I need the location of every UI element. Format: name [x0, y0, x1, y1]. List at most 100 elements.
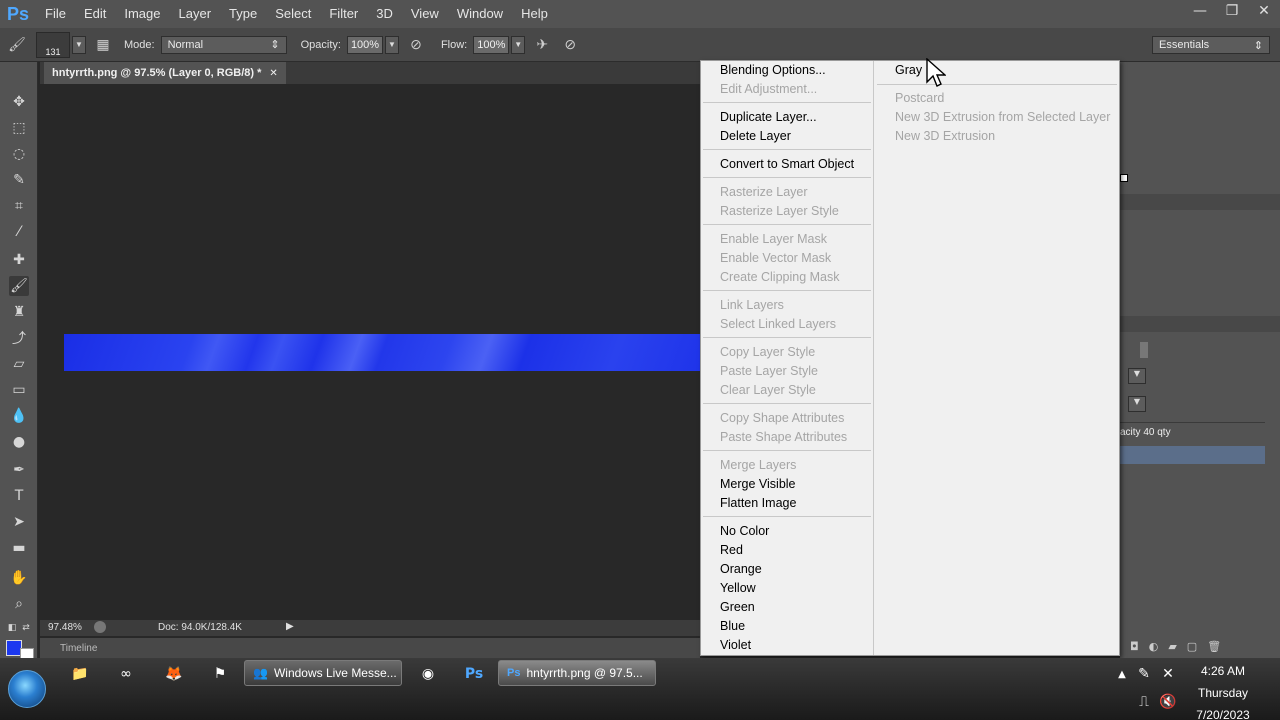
- add-mask-icon[interactable]: ◘: [1130, 640, 1139, 658]
- brush-preset-picker[interactable]: 131: [36, 31, 70, 58]
- layer-row[interactable]: acity 40 qty: [1120, 422, 1265, 444]
- clone-stamp-tool-icon[interactable]: ♜: [9, 302, 29, 322]
- quick-select-tool-icon[interactable]: ✎: [9, 170, 29, 190]
- menu-window[interactable]: Window: [448, 0, 512, 28]
- menu-item-delete-layer[interactable]: Delete Layer: [720, 127, 791, 146]
- chevron-down-icon[interactable]: ▼: [72, 35, 86, 54]
- menu-edit[interactable]: Edit: [75, 0, 115, 28]
- menu-separator: [877, 84, 1117, 85]
- marquee-tool-icon[interactable]: ⬚: [9, 118, 29, 138]
- blue-image-layer[interactable]: [64, 334, 700, 371]
- layer-row-selected[interactable]: [1120, 446, 1265, 464]
- history-brush-tool-icon[interactable]: ⤴: [9, 328, 29, 348]
- menu-item-blending-options[interactable]: Blending Options...: [720, 61, 826, 80]
- photoshop-taskbar-icon[interactable]: Ps: [460, 664, 488, 684]
- menu-file[interactable]: File: [36, 0, 75, 28]
- pressure-size-icon[interactable]: ⊘: [559, 34, 581, 56]
- timeline-panel-tab[interactable]: Timeline: [40, 638, 700, 658]
- brush-tool-icon[interactable]: 🖌: [9, 276, 29, 296]
- menu-separator: [703, 149, 871, 150]
- menu-item-yellow[interactable]: Yellow: [720, 579, 756, 598]
- flow-dropdown[interactable]: ▼: [511, 35, 526, 54]
- app-icon[interactable]: ⚑: [206, 664, 234, 684]
- pen-tool-icon[interactable]: ✒: [9, 460, 29, 480]
- healing-brush-tool-icon[interactable]: ✚: [9, 250, 29, 270]
- airbrush-icon[interactable]: ✈: [531, 34, 553, 56]
- close-icon[interactable]: ✕: [269, 68, 277, 79]
- folder-icon[interactable]: ▰: [1168, 640, 1176, 658]
- menu-separator: [703, 403, 871, 404]
- chrome-icon[interactable]: ◉: [414, 664, 442, 684]
- share-icon[interactable]: [94, 621, 106, 633]
- timeline-label: Timeline: [60, 642, 98, 654]
- start-button[interactable]: [8, 670, 46, 708]
- menu-item-gray[interactable]: Gray: [895, 61, 922, 80]
- lasso-tool-icon[interactable]: ◌: [9, 144, 29, 164]
- system-clock[interactable]: 4:26 AM Thursday 7/20/2023: [1190, 660, 1256, 720]
- restore-button[interactable]: ❐: [1216, 0, 1248, 22]
- menu-item-red[interactable]: Red: [720, 541, 743, 560]
- menu-item-blue[interactable]: Blue: [720, 617, 745, 636]
- menu-filter[interactable]: Filter: [320, 0, 367, 28]
- flow-input[interactable]: 100%: [473, 35, 510, 54]
- menu-type[interactable]: Type: [220, 0, 266, 28]
- shape-tool-icon[interactable]: ▬: [9, 538, 29, 558]
- blur-tool-icon[interactable]: 💧: [9, 406, 29, 426]
- menu-item-violet[interactable]: Violet: [720, 636, 751, 655]
- menu-help[interactable]: Help: [512, 0, 557, 28]
- menu-item-convert-smart-object[interactable]: Convert to Smart Object: [720, 155, 854, 174]
- swap-colors-icon[interactable]: ⇄: [16, 618, 36, 638]
- firefox-icon[interactable]: 🦊: [160, 664, 188, 684]
- workspace-select[interactable]: Essentials ⇕: [1152, 36, 1270, 54]
- clock-time: 4:26 AM: [1200, 664, 1246, 678]
- eyedropper-tool-icon[interactable]: ⁄: [9, 222, 29, 242]
- path-selection-tool-icon[interactable]: ➤: [9, 512, 29, 532]
- menu-item-enable-vector-mask: Enable Vector Mask: [720, 251, 832, 265]
- document-tab[interactable]: hntyrrth.png @ 97.5% (Layer 0, RGB/8) * …: [44, 62, 286, 84]
- menu-item-flatten-image[interactable]: Flatten Image: [720, 494, 796, 513]
- taskbar-item-messenger[interactable]: 👥 Windows Live Messe...: [244, 660, 402, 686]
- adjustment-layer-icon[interactable]: ◐: [1149, 640, 1159, 658]
- zoom-tool-icon[interactable]: ⌕: [9, 594, 29, 614]
- lock-icon[interactable]: [1140, 342, 1148, 358]
- blend-mode-dropdown[interactable]: ▼: [1128, 368, 1146, 384]
- messenger-link-icon[interactable]: ∞: [112, 664, 140, 684]
- zoom-level[interactable]: 97.48%: [48, 622, 82, 633]
- opacity-input[interactable]: 100%: [346, 35, 383, 54]
- brush-panel-icon[interactable]: ▦: [92, 34, 114, 56]
- taskbar-item-label: hntyrrth.png @ 97.5...: [526, 666, 643, 680]
- trash-icon[interactable]: 🗑: [1207, 640, 1221, 658]
- menu-layer[interactable]: Layer: [170, 0, 221, 28]
- eraser-tool-icon[interactable]: ▱: [9, 354, 29, 374]
- menu-item-green[interactable]: Green: [720, 598, 755, 617]
- menu-item-duplicate-layer[interactable]: Duplicate Layer...: [720, 108, 817, 127]
- type-tool-icon[interactable]: T: [9, 486, 29, 506]
- menu-3d[interactable]: 3D: [367, 0, 402, 28]
- opacity-dropdown[interactable]: ▼: [384, 35, 399, 54]
- pressure-opacity-icon[interactable]: ⊘: [405, 34, 427, 56]
- color-swatch-partial[interactable]: [1120, 174, 1128, 182]
- menu-image[interactable]: Image: [115, 0, 169, 28]
- minimize-button[interactable]: —: [1184, 0, 1216, 22]
- brush-tool-icon[interactable]: 🖌: [6, 34, 28, 56]
- speaker-tray-icon[interactable]: 🔇: [1154, 692, 1182, 712]
- crop-tool-icon[interactable]: ⌗: [9, 196, 29, 216]
- menu-item-rasterize-layer: Rasterize Layer: [720, 185, 808, 199]
- menu-select[interactable]: Select: [266, 0, 320, 28]
- close-button[interactable]: ✕: [1248, 0, 1280, 22]
- mode-select[interactable]: Normal ⇕: [160, 35, 287, 54]
- play-arrow-icon[interactable]: ▶: [286, 621, 294, 632]
- taskbar-item-photoshop[interactable]: Ps hntyrrth.png @ 97.5...: [498, 660, 656, 686]
- menu-item-orange[interactable]: Orange: [720, 560, 762, 579]
- gradient-tool-icon[interactable]: ▭: [9, 380, 29, 400]
- dodge-tool-icon[interactable]: ●: [9, 432, 29, 452]
- move-tool-icon[interactable]: ✥: [9, 92, 29, 112]
- volume-muted-icon[interactable]: ✕: [1154, 664, 1182, 684]
- fill-dropdown[interactable]: ▼: [1128, 396, 1146, 412]
- file-explorer-icon[interactable]: 📁: [66, 664, 94, 684]
- menu-item-merge-visible[interactable]: Merge Visible: [720, 475, 796, 494]
- menu-view[interactable]: View: [402, 0, 448, 28]
- menu-item-no-color[interactable]: No Color: [720, 522, 769, 541]
- new-layer-icon[interactable]: ▢: [1187, 640, 1197, 658]
- hand-tool-icon[interactable]: ✋: [9, 568, 29, 588]
